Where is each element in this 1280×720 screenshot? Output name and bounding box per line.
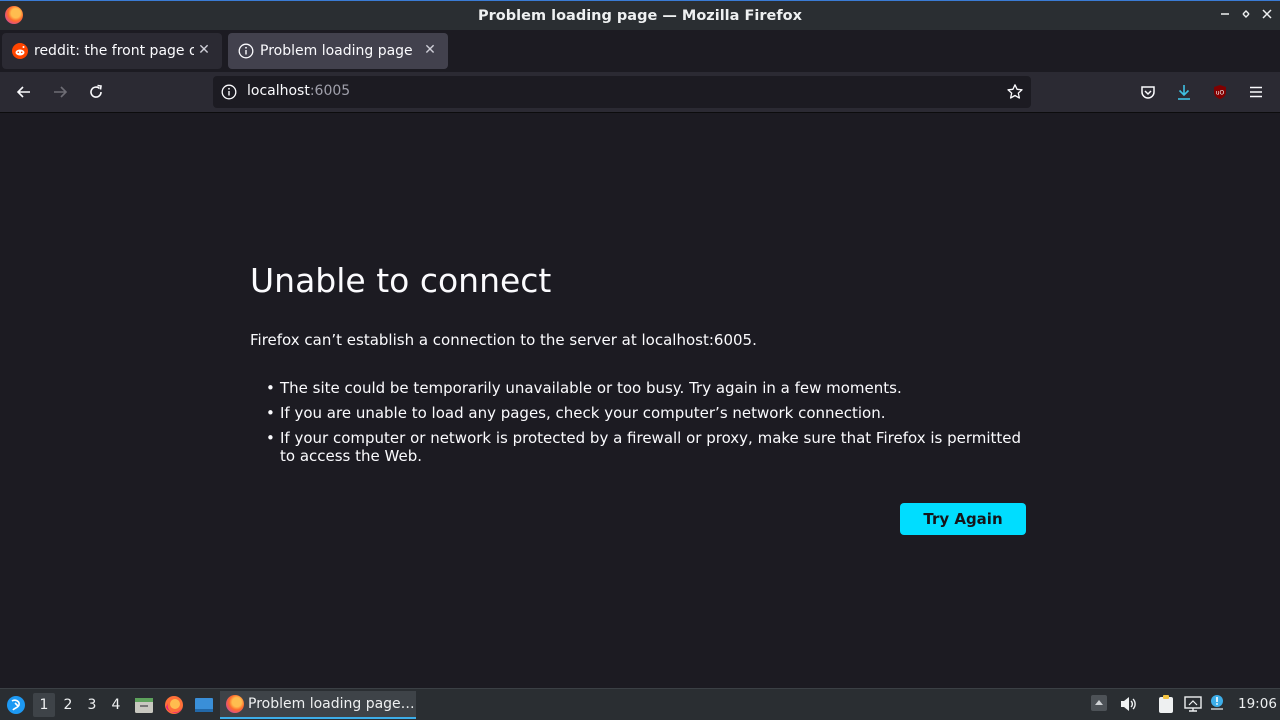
clock[interactable]: 19:06 <box>1238 696 1277 712</box>
error-title: Unable to connect <box>250 261 552 300</box>
suggestion-item: If your computer or network is protected… <box>250 429 1040 465</box>
suggestion-item: If you are unable to load any pages, che… <box>250 404 1040 422</box>
ublock-origin-button[interactable]: uO <box>1208 80 1232 104</box>
pocket-icon <box>1141 86 1155 99</box>
navigation-toolbar: localhost:6005 uO <box>0 72 1280 113</box>
firefox-launcher-icon[interactable] <box>163 693 185 717</box>
url-bar[interactable]: localhost:6005 <box>213 76 1031 108</box>
tab-problem-loading[interactable]: Problem loading page ✕ <box>228 33 448 69</box>
arrow-right-icon <box>54 86 68 98</box>
desktop-2[interactable]: 2 <box>57 693 79 717</box>
file-manager-icon[interactable] <box>133 693 155 717</box>
download-icon <box>1178 85 1190 100</box>
info-icon <box>238 43 254 59</box>
tab-reddit[interactable]: reddit: the front page of the internet ✕ <box>2 33 222 69</box>
minimize-button[interactable] <box>1218 6 1232 24</box>
svg-text:uO: uO <box>1216 90 1225 97</box>
ublock-origin-icon: uO <box>1214 85 1226 99</box>
firefox-icon <box>226 695 244 713</box>
url-text[interactable]: localhost:6005 <box>247 83 350 99</box>
close-tab-icon[interactable]: ✕ <box>422 42 438 58</box>
arrow-left-icon <box>16 86 30 98</box>
desktop-window-icon[interactable] <box>193 693 215 717</box>
app-menu-button[interactable] <box>1244 80 1268 104</box>
try-again-button[interactable]: Try Again <box>900 503 1026 535</box>
volume-icon[interactable] <box>1118 694 1138 714</box>
maximize-button[interactable] <box>1239 6 1253 24</box>
tray-expand-icon[interactable] <box>1090 694 1110 714</box>
window-titlebar: Problem loading page — Mozilla Firefox <box>0 0 1280 30</box>
reload-button[interactable] <box>84 80 108 104</box>
bookmark-star-icon[interactable] <box>1006 83 1024 101</box>
desktop-1[interactable]: 1 <box>33 693 55 717</box>
clipboard-icon[interactable] <box>1156 694 1176 714</box>
url-port: :6005 <box>309 83 351 99</box>
back-button[interactable] <box>12 80 36 104</box>
page-content: Unable to connect Firefox can’t establis… <box>0 113 1280 688</box>
hamburger-menu-icon <box>1250 86 1262 98</box>
tab-label: Problem loading page <box>260 43 413 59</box>
tab-strip: reddit: the front page of the internet ✕… <box>0 30 1280 86</box>
downloads-button[interactable] <box>1172 80 1196 104</box>
url-host: localhost <box>247 83 310 99</box>
firefox-icon[interactable] <box>5 6 23 24</box>
application-launcher-icon[interactable] <box>4 693 28 717</box>
site-info-icon[interactable] <box>221 84 237 100</box>
close-window-button[interactable] <box>1260 6 1274 24</box>
taskbar: 1 2 3 4 Problem loading page… 19:06 <box>0 688 1280 720</box>
error-description: Firefox can’t establish a connection to … <box>250 331 757 349</box>
window-title: Problem loading page — Mozilla Firefox <box>478 7 802 24</box>
suggestion-item: The site could be temporarily unavailabl… <box>250 379 1040 397</box>
reddit-icon <box>12 43 28 59</box>
reload-icon <box>90 84 102 98</box>
error-suggestions: The site could be temporarily unavailabl… <box>250 379 1040 472</box>
network-icon[interactable] <box>1183 694 1203 714</box>
notification-icon[interactable] <box>1209 694 1229 714</box>
forward-button[interactable] <box>48 80 72 104</box>
taskbar-window-label: Problem loading page… <box>248 696 415 712</box>
tab-label: reddit: the front page of the internet <box>34 43 194 59</box>
close-tab-icon[interactable]: ✕ <box>196 42 212 58</box>
taskbar-window-firefox[interactable]: Problem loading page… <box>220 691 416 719</box>
desktop-4[interactable]: 4 <box>105 693 127 717</box>
desktop-3[interactable]: 3 <box>81 693 103 717</box>
pocket-button[interactable] <box>1136 80 1160 104</box>
